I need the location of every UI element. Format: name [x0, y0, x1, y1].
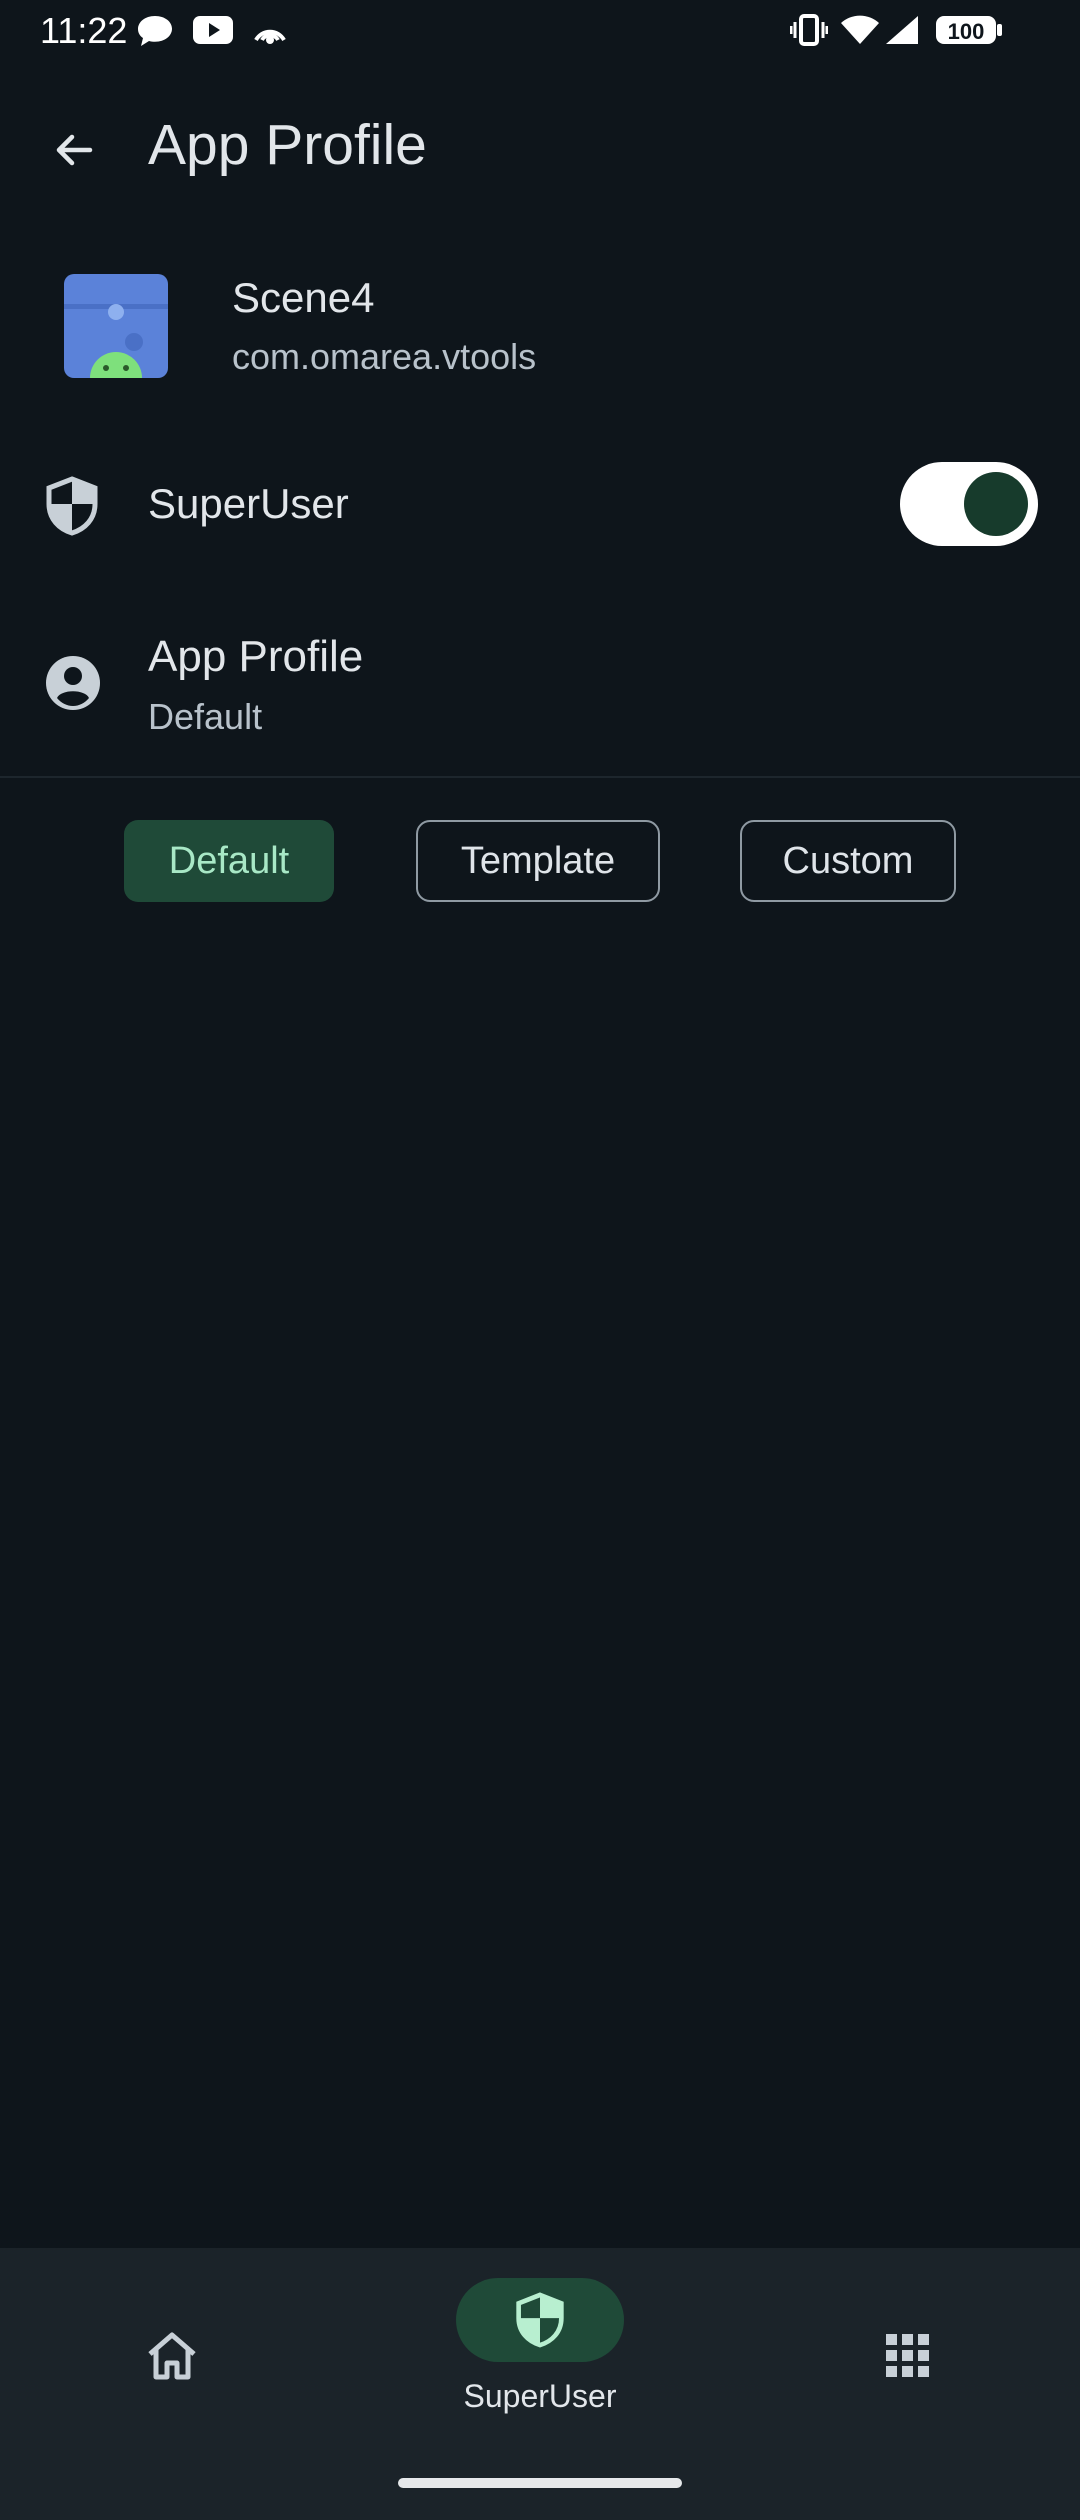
nav-home[interactable]	[136, 2320, 208, 2392]
divider	[0, 776, 1080, 778]
signal-icon	[884, 14, 920, 51]
app-profile-value: Default	[148, 696, 263, 737]
account-circle-icon	[44, 654, 102, 717]
apps-grid-icon	[886, 2334, 929, 2377]
superuser-label: SuperUser	[148, 480, 349, 527]
profile-option-default[interactable]: Default	[124, 820, 334, 902]
nav-superuser[interactable]	[456, 2278, 624, 2362]
status-bar: 11:22 100	[0, 0, 1080, 60]
profile-option-custom[interactable]: Custom	[740, 820, 956, 902]
app-package-name: com.omarea.vtools	[232, 336, 537, 377]
youtube-icon	[192, 14, 234, 51]
vibrate-icon	[789, 14, 829, 51]
superuser-row[interactable]: SuperUser	[0, 440, 1080, 570]
profile-option-template[interactable]: Template	[416, 820, 660, 902]
app-profile-title: App Profile	[148, 632, 364, 681]
bottom-navigation: SuperUser	[0, 2248, 1080, 2520]
toggle-thumb	[964, 472, 1028, 536]
back-button[interactable]	[36, 112, 112, 188]
nav-superuser-label: SuperUser	[463, 2378, 617, 2414]
hotspot-icon	[250, 14, 290, 51]
arrow-back-icon	[56, 134, 93, 166]
chat-bubble-icon	[136, 14, 174, 53]
gesture-handle[interactable]	[398, 2478, 682, 2488]
wifi-icon	[840, 14, 880, 51]
app-name: Scene4	[232, 274, 375, 321]
superuser-toggle[interactable]	[900, 462, 1038, 546]
shield-icon	[516, 2292, 564, 2348]
app-profile-row[interactable]: App Profile Default	[0, 610, 1080, 775]
status-time: 11:22	[40, 10, 128, 51]
page-title: App Profile	[148, 113, 427, 177]
svg-text:100: 100	[948, 19, 985, 44]
battery-icon: 100	[934, 12, 1004, 53]
app-profile-screen: 11:22 100 App Profile Scene4 com.omarea.…	[0, 0, 1080, 2520]
app-icon	[64, 274, 168, 378]
home-icon	[148, 2332, 196, 2380]
nav-modules[interactable]	[872, 2320, 944, 2392]
shield-icon	[44, 476, 100, 541]
